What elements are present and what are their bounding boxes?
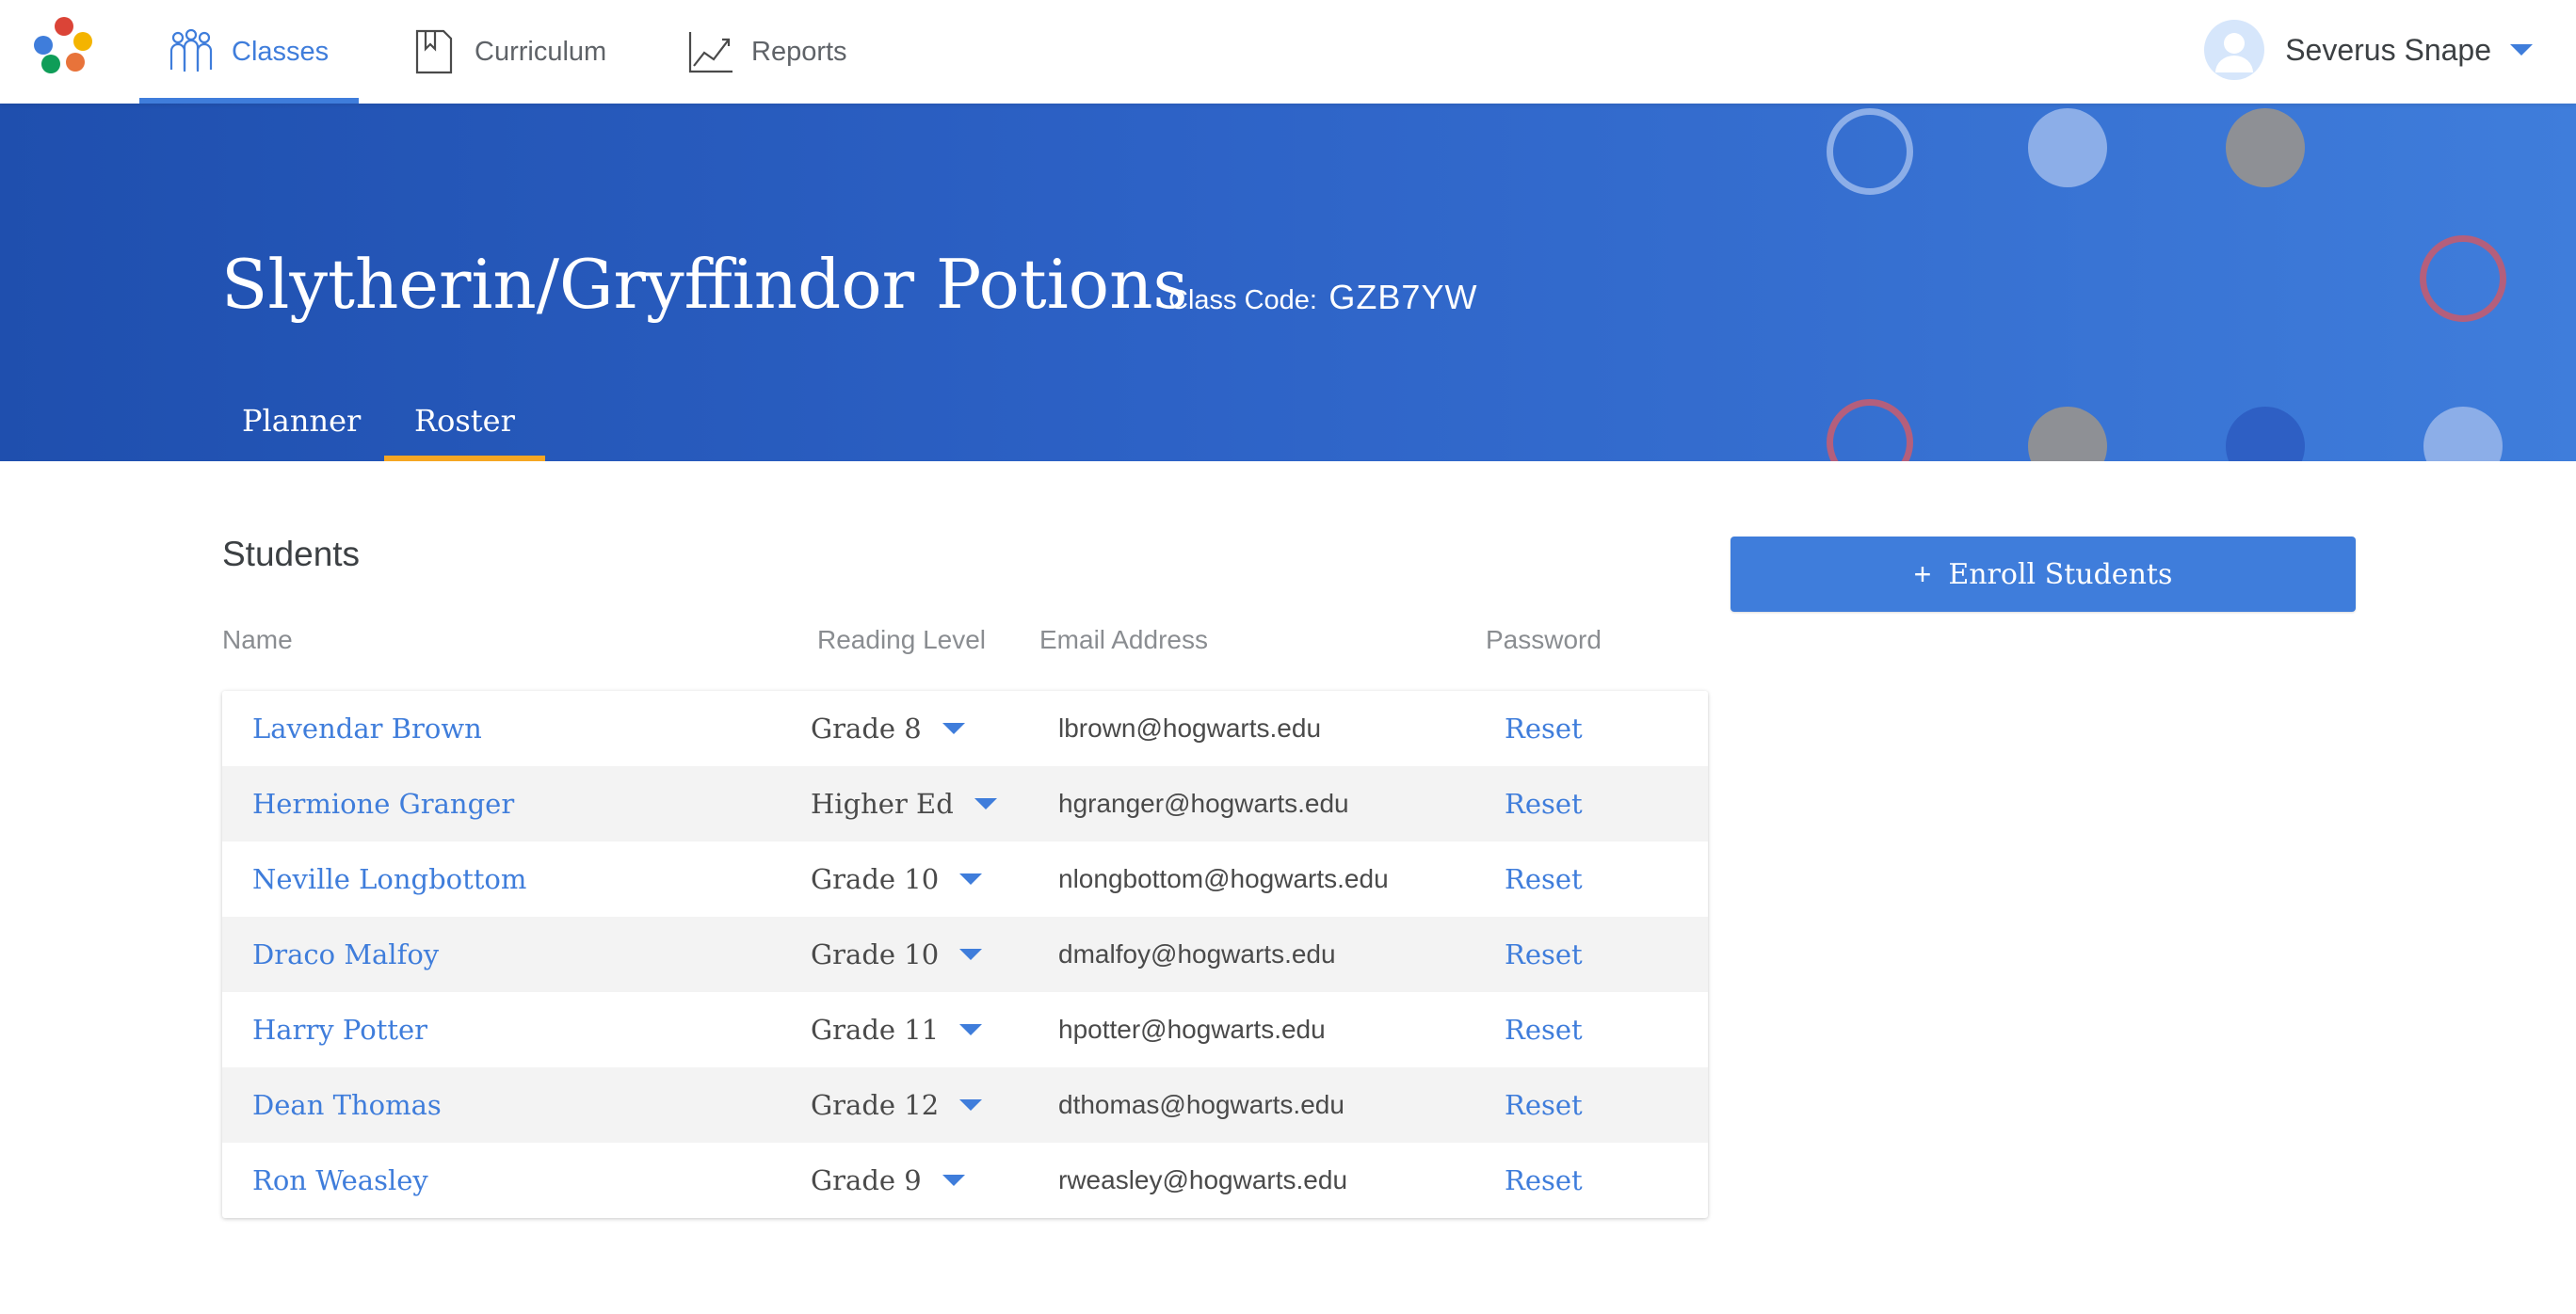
class-code-label: Class Code:	[1168, 285, 1317, 315]
nav-item-curriculum[interactable]: Curriculum	[411, 0, 606, 104]
app-logo[interactable]	[34, 17, 92, 73]
reading-level-select[interactable]: Grade 12	[811, 1067, 983, 1143]
tab-roster[interactable]: Roster	[384, 395, 545, 461]
student-email: dmalfoy@hogwarts.edu	[1058, 939, 1336, 969]
decorative-circle	[2226, 407, 2305, 461]
column-header-reading-level: Reading Level	[817, 625, 987, 654]
reset-password-link[interactable]: Reset	[1505, 1067, 1583, 1143]
reset-password-link[interactable]: Reset	[1505, 841, 1583, 917]
decorative-circle	[2028, 108, 2107, 187]
class-code: Class Code: GZB7YW	[1168, 278, 1477, 317]
student-email: lbrown@hogwarts.edu	[1058, 713, 1322, 743]
table-row: Lavendar Brown Grade 8 lbrown@hogwarts.e…	[222, 691, 1708, 766]
reading-level-value: Grade 10	[811, 938, 940, 970]
reading-level-select[interactable]: Higher Ed	[811, 766, 997, 841]
reading-level-value: Grade 10	[811, 863, 940, 895]
student-name-link[interactable]: Lavendar Brown	[252, 691, 482, 766]
people-icon	[168, 28, 215, 75]
class-code-value: GZB7YW	[1328, 278, 1478, 316]
reading-level-select[interactable]: Grade 10	[811, 841, 983, 917]
enroll-students-button[interactable]: + Enroll Students	[1731, 537, 2356, 612]
student-table: Lavendar Brown Grade 8 lbrown@hogwarts.e…	[222, 691, 1708, 1218]
reset-password-link[interactable]: Reset	[1505, 917, 1583, 992]
user-name: Severus Snape	[2285, 32, 2491, 67]
student-email: nlongbottom@hogwarts.edu	[1058, 864, 1389, 893]
decorative-circle	[2423, 407, 2503, 461]
reset-password-link[interactable]: Reset	[1505, 992, 1583, 1067]
chevron-down-icon	[959, 1024, 983, 1035]
student-name-link[interactable]: Draco Malfoy	[252, 917, 439, 992]
reading-level-select[interactable]: Grade 8	[811, 691, 965, 766]
decorative-circle	[2420, 235, 2506, 322]
chevron-down-icon	[959, 1099, 983, 1111]
student-name-link[interactable]: Harry Potter	[252, 992, 427, 1067]
reset-password-link[interactable]: Reset	[1505, 766, 1583, 841]
reading-level-select[interactable]: Grade 9	[811, 1143, 965, 1218]
chevron-down-icon	[2510, 44, 2533, 56]
nav-item-reports[interactable]: Reports	[687, 0, 847, 104]
student-email: rweasley@hogwarts.edu	[1058, 1165, 1348, 1194]
chevron-down-icon	[942, 723, 965, 734]
student-name-link[interactable]: Hermione Granger	[252, 766, 514, 841]
section-title: Students	[222, 535, 361, 573]
column-header-name: Name	[222, 625, 293, 654]
column-header-password: Password	[1486, 625, 1602, 654]
user-menu[interactable]: Severus Snape	[2204, 19, 2533, 81]
student-name-link[interactable]: Ron Weasley	[252, 1143, 428, 1218]
nav-label-classes: Classes	[232, 36, 330, 67]
tab-label: Roster	[414, 403, 515, 439]
table-row: Ron Weasley Grade 9 rweasley@hogwarts.ed…	[222, 1143, 1708, 1218]
plus-icon: +	[1913, 556, 1932, 591]
student-email: hpotter@hogwarts.edu	[1058, 1015, 1326, 1044]
top-nav: Classes Curriculum Reports Severus Snape	[0, 0, 2576, 104]
user-icon	[2215, 33, 2254, 72]
book-icon	[411, 28, 458, 75]
decorative-circle	[1827, 108, 1913, 195]
table-row: Draco Malfoy Grade 10 dmalfoy@hogwarts.e…	[222, 917, 1708, 992]
table-row: Harry Potter Grade 11 hpotter@hogwarts.e…	[222, 992, 1708, 1067]
table-row: Hermione Granger Higher Ed hgranger@hogw…	[222, 766, 1708, 841]
reading-level-value: Grade 12	[811, 1089, 940, 1121]
chevron-down-icon	[974, 798, 997, 809]
reading-level-value: Grade 9	[811, 1164, 922, 1196]
nav-item-classes[interactable]: Classes	[139, 0, 360, 104]
table-row: Neville Longbottom Grade 10 nlongbottom@…	[222, 841, 1708, 917]
class-header: Slytherin/Gryffindor Potions Class Code:…	[0, 104, 2576, 461]
decorative-circle	[2226, 108, 2305, 187]
student-name-link[interactable]: Neville Longbottom	[252, 841, 526, 917]
nav-label-curriculum: Curriculum	[475, 36, 607, 67]
nav-label-reports: Reports	[751, 36, 847, 67]
reading-level-value: Higher Ed	[811, 788, 954, 820]
reading-level-value: Grade 11	[811, 1014, 940, 1046]
student-name-link[interactable]: Dean Thomas	[252, 1067, 442, 1143]
chevron-down-icon	[959, 873, 983, 885]
reading-level-select[interactable]: Grade 11	[811, 992, 983, 1067]
avatar	[2204, 20, 2265, 80]
student-email: hgranger@hogwarts.edu	[1058, 789, 1349, 818]
chevron-down-icon	[942, 1175, 965, 1186]
chevron-down-icon	[959, 949, 983, 960]
column-header-email: Email Address	[1039, 625, 1208, 654]
page-title: Slytherin/Gryffindor Potions	[221, 245, 1188, 324]
tab-label: Planner	[242, 403, 362, 439]
reset-password-link[interactable]: Reset	[1505, 1143, 1583, 1218]
reset-password-link[interactable]: Reset	[1505, 691, 1583, 766]
decorative-circle	[1827, 399, 1913, 461]
tab-planner[interactable]: Planner	[212, 395, 391, 461]
table-row: Dean Thomas Grade 12 dthomas@hogwarts.ed…	[222, 1067, 1708, 1143]
line-chart-icon	[687, 28, 734, 75]
student-email: dthomas@hogwarts.edu	[1058, 1090, 1344, 1119]
reading-level-value: Grade 8	[811, 713, 922, 745]
enroll-students-label: Enroll Students	[1948, 557, 2173, 591]
reading-level-select[interactable]: Grade 10	[811, 917, 983, 992]
decorative-circle	[2028, 407, 2107, 461]
